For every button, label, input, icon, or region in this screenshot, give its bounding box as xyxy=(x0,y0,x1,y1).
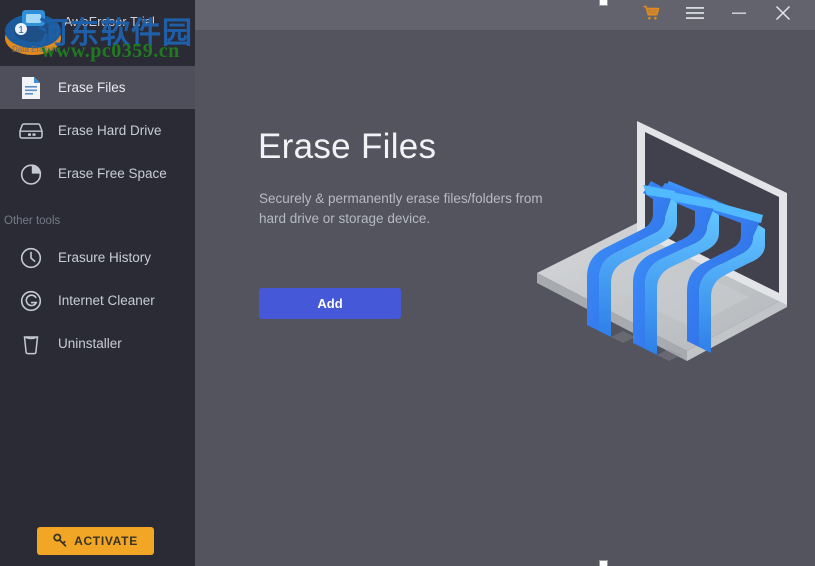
activate-container: ACTIVATE xyxy=(0,527,195,566)
laptop-data-erasure-illustration xyxy=(519,105,809,395)
minimize-button[interactable] xyxy=(717,0,761,30)
window-titlebar xyxy=(195,0,815,30)
sidebar-item-uninstaller[interactable]: Uninstaller xyxy=(0,322,195,365)
trash-bin-icon xyxy=(18,331,44,357)
sidebar-item-internet-cleaner[interactable]: Internet Cleaner xyxy=(0,279,195,322)
minimize-icon xyxy=(731,6,747,25)
resize-handle-top[interactable] xyxy=(599,0,608,6)
app-title: AweEraser Trial xyxy=(64,15,155,29)
sidebar-item-label: Erase Free Space xyxy=(58,166,167,181)
sidebar-item-erase-hard-drive[interactable]: Erase Hard Drive xyxy=(0,109,195,152)
sidebar-item-erase-free-space[interactable]: Erase Free Space xyxy=(0,152,195,195)
resize-handle-bottom[interactable] xyxy=(599,560,608,566)
brand-header: 1 AweEraser Trial xyxy=(0,0,195,66)
shopping-cart-icon xyxy=(643,5,660,26)
menu-button[interactable] xyxy=(673,0,717,30)
close-icon xyxy=(775,5,791,26)
primary-nav: Erase Files Erase Hard Drive Erase Free … xyxy=(0,66,195,195)
content-panel: Erase Files Securely & permanently erase… xyxy=(195,30,815,566)
section-label-other-tools: Other tools xyxy=(4,215,61,227)
page-subtitle: Securely & permanently erase files/folde… xyxy=(259,191,543,226)
sidebar-item-label: Internet Cleaner xyxy=(58,293,155,308)
sidebar: 1 AweEraser Trial Erase Files Erase Hard… xyxy=(0,0,195,566)
aweeraser-window: 1 AweEraser Trial Erase Files Erase Hard… xyxy=(0,0,815,566)
activate-button-label: ACTIVATE xyxy=(74,534,138,548)
sidebar-item-label: Erase Hard Drive xyxy=(58,123,162,138)
hamburger-menu-icon xyxy=(686,6,704,25)
sidebar-item-erase-files[interactable]: Erase Files xyxy=(0,66,195,109)
document-file-icon xyxy=(18,75,44,101)
pie-chart-icon xyxy=(18,161,44,187)
globe-icon xyxy=(18,288,44,314)
sidebar-item-label: Erase Files xyxy=(58,80,126,95)
page-title: Erase Files xyxy=(258,127,437,166)
key-icon xyxy=(53,533,67,550)
hard-drive-icon xyxy=(18,118,44,144)
svg-text:1: 1 xyxy=(21,25,26,35)
sidebar-item-label: Uninstaller xyxy=(58,336,122,351)
shopping-cart-button[interactable] xyxy=(629,0,673,30)
sidebar-item-label: Erasure History xyxy=(58,250,152,265)
activate-button[interactable]: ACTIVATE xyxy=(37,527,154,555)
app-logo: 1 xyxy=(6,5,62,61)
add-button[interactable]: Add xyxy=(259,288,401,319)
close-button[interactable] xyxy=(761,0,805,30)
clock-icon xyxy=(18,245,44,271)
other-tools-nav: Erasure History Internet Cleaner Uninsta… xyxy=(0,236,195,365)
main-area: Erase Files Securely & permanently erase… xyxy=(195,0,815,566)
sidebar-item-erasure-history[interactable]: Erasure History xyxy=(0,236,195,279)
